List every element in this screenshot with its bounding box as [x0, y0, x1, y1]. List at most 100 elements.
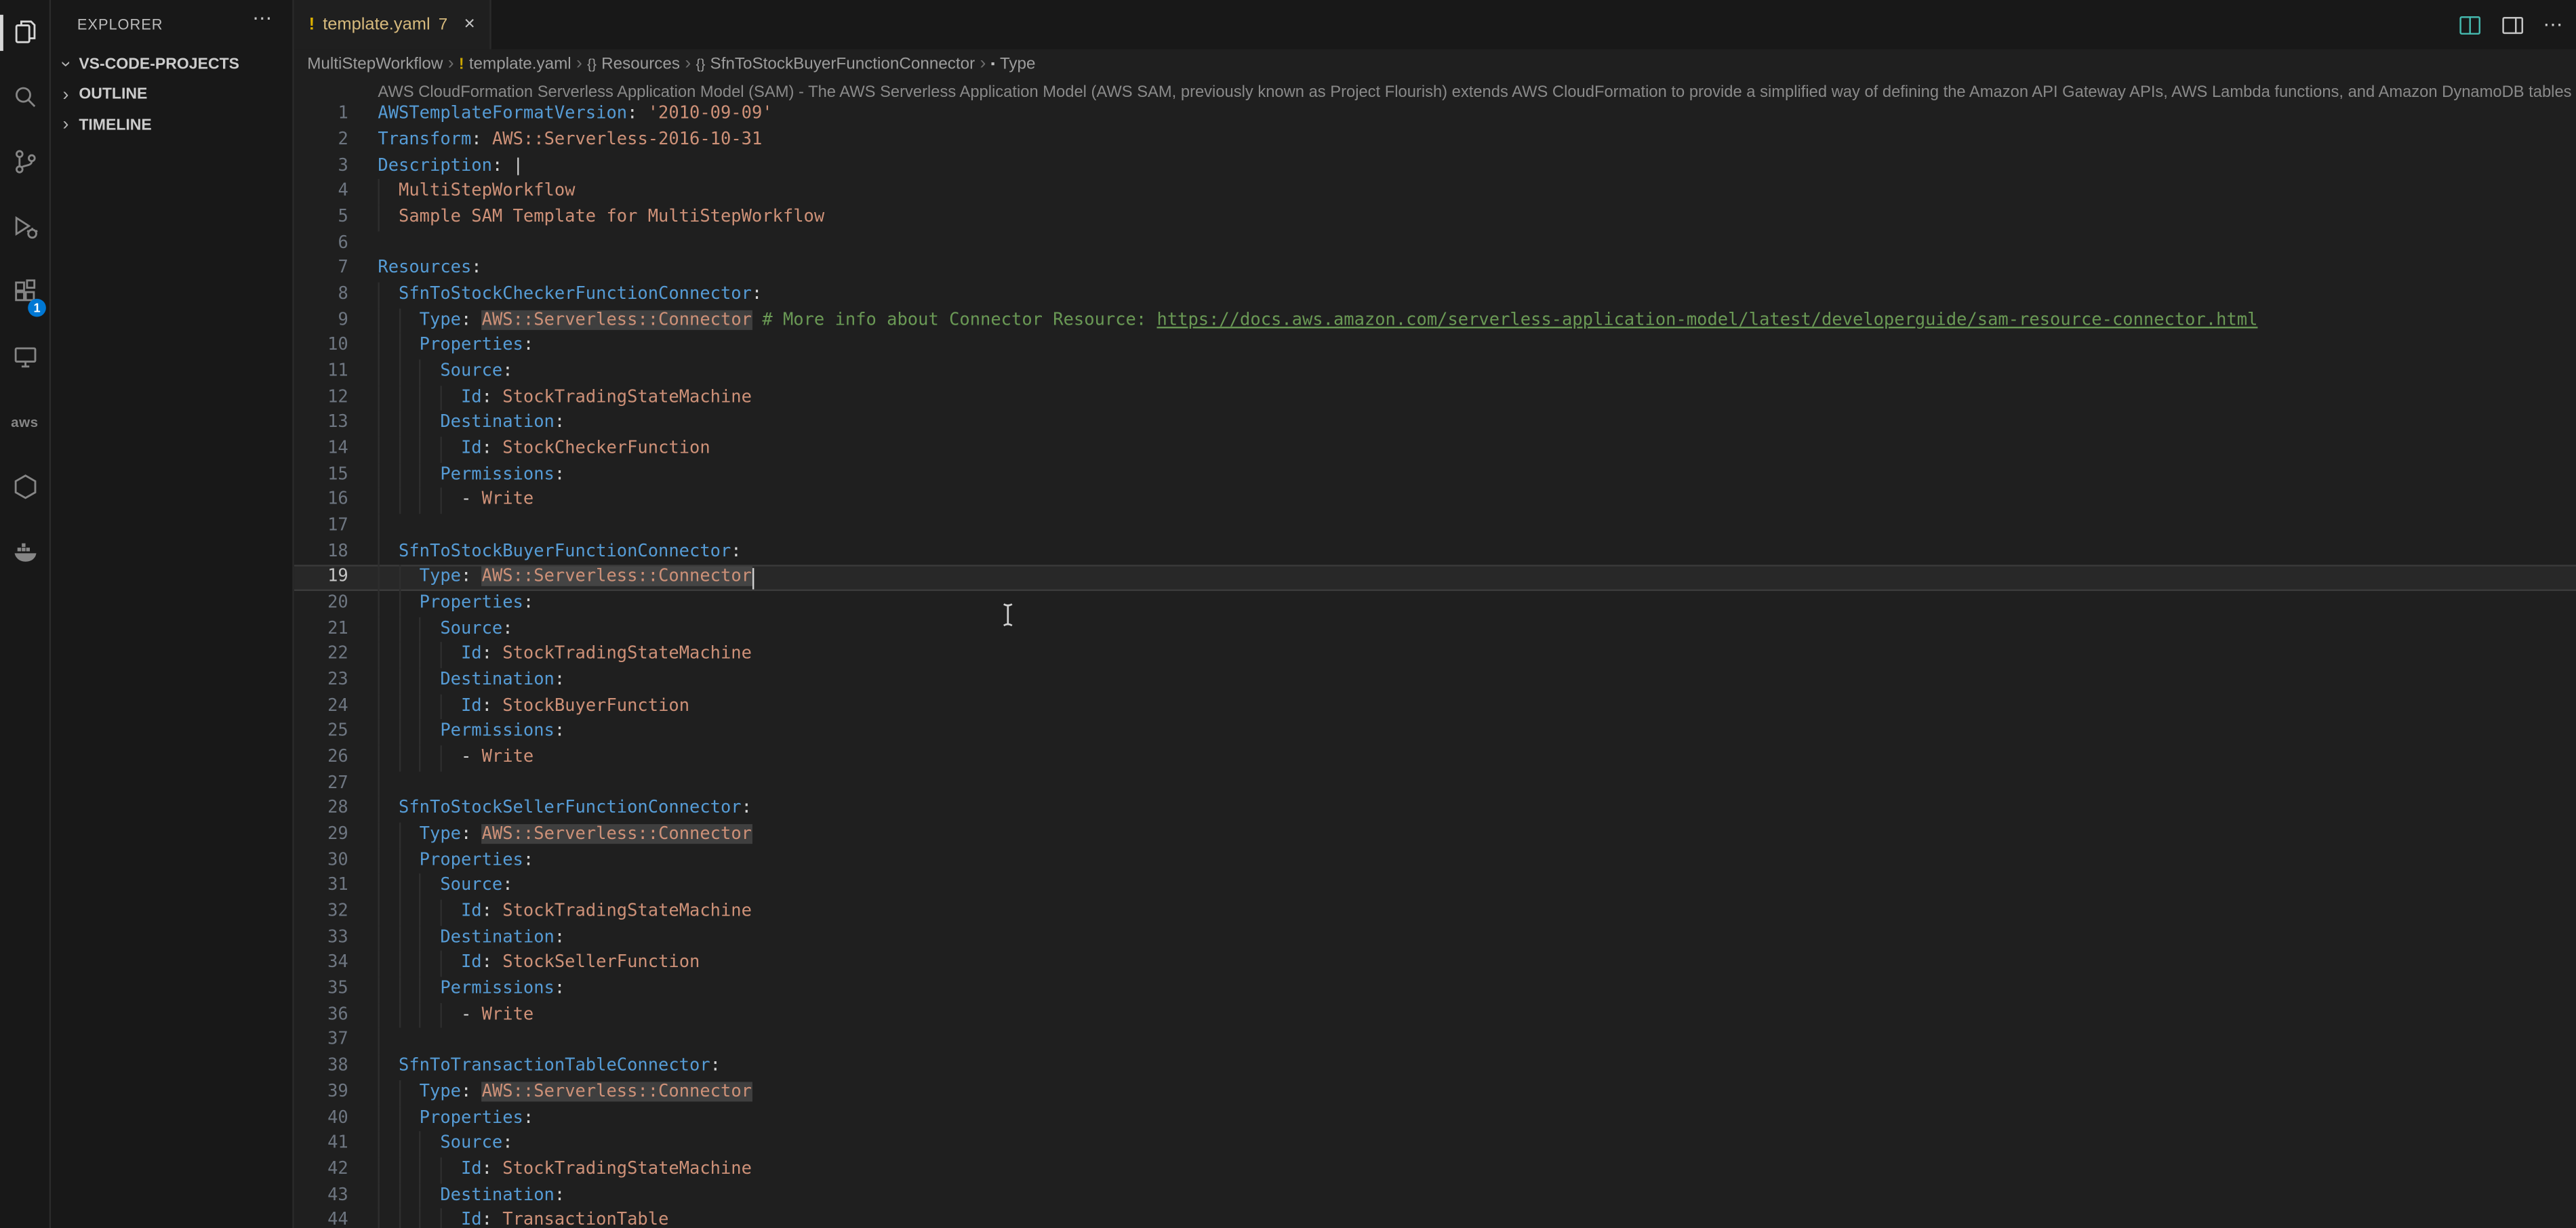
- split-editor-icon[interactable]: [2458, 12, 2482, 37]
- code-line[interactable]: 29 Type: AWS::Serverless::Connector: [294, 823, 2576, 848]
- editor-content[interactable]: AWS CloudFormation Serverless Applicatio…: [294, 79, 2576, 1228]
- activity-item-search[interactable]: [0, 65, 49, 130]
- code-line[interactable]: 30 Properties:: [294, 848, 2576, 874]
- code-line[interactable]: 32 Id: StockTradingStateMachine: [294, 900, 2576, 926]
- code-line[interactable]: 17: [294, 514, 2576, 539]
- code-line[interactable]: 38 SfnToTransactionTableConnector:: [294, 1055, 2576, 1080]
- line-content[interactable]: Type: AWS::Serverless::Connector: [378, 565, 752, 591]
- code-line[interactable]: 11 Source:: [294, 360, 2576, 386]
- line-content[interactable]: Id: StockTradingStateMachine: [378, 642, 752, 668]
- line-content[interactable]: Id: StockTradingStateMachine: [378, 1157, 752, 1183]
- line-content[interactable]: Id: StockTradingStateMachine: [378, 386, 752, 411]
- line-content[interactable]: Permissions:: [378, 977, 565, 1003]
- code-line[interactable]: 24 Id: StockBuyerFunction: [294, 694, 2576, 720]
- code-line[interactable]: 16 - Write: [294, 488, 2576, 514]
- line-content[interactable]: - Write: [378, 488, 534, 514]
- sidebar-section-outline[interactable]: ›OUTLINE: [51, 80, 292, 110]
- activity-item-aws-toolkit[interactable]: aws: [0, 389, 49, 454]
- activity-item-extensions[interactable]: 1: [0, 260, 49, 325]
- code-line[interactable]: 35 Permissions:: [294, 977, 2576, 1003]
- line-content[interactable]: Type: AWS::Serverless::Connector: [378, 823, 752, 848]
- code-line[interactable]: 34 Id: StockSellerFunction: [294, 951, 2576, 977]
- line-content[interactable]: Resources:: [378, 257, 481, 283]
- breadcrumb-item[interactable]: ▪Type: [991, 55, 1036, 73]
- code-line[interactable]: 10 Properties:: [294, 334, 2576, 360]
- line-content[interactable]: Destination:: [378, 926, 565, 951]
- line-content[interactable]: SfnToStockSellerFunctionConnector:: [378, 797, 752, 823]
- line-content[interactable]: Sample SAM Template for MultiStepWorkflo…: [378, 205, 824, 231]
- line-content[interactable]: Type: AWS::Serverless::Connector # More …: [378, 308, 2257, 334]
- line-content[interactable]: SfnToStockBuyerFunctionConnector:: [378, 539, 741, 565]
- code-line[interactable]: 37: [294, 1029, 2576, 1055]
- line-content[interactable]: Source:: [378, 874, 512, 900]
- line-content[interactable]: SfnToStockCheckerFunctionConnector:: [378, 283, 762, 308]
- code-line[interactable]: 12 Id: StockTradingStateMachine: [294, 386, 2576, 411]
- line-content[interactable]: Source:: [378, 360, 512, 386]
- code-line[interactable]: 21 Source:: [294, 617, 2576, 642]
- line-content[interactable]: Id: StockBuyerFunction: [378, 694, 689, 720]
- code-line[interactable]: 33 Destination:: [294, 926, 2576, 951]
- line-content[interactable]: Type: AWS::Serverless::Connector: [378, 1080, 752, 1106]
- line-content[interactable]: Source:: [378, 1131, 512, 1157]
- breadcrumb-item[interactable]: MultiStepWorkflow: [307, 55, 443, 73]
- code-line[interactable]: 23 Destination:: [294, 668, 2576, 694]
- code-line[interactable]: 6: [294, 231, 2576, 257]
- code-line[interactable]: 9 Type: AWS::Serverless::Connector # Mor…: [294, 308, 2576, 334]
- activity-item-source-control[interactable]: [0, 129, 49, 195]
- code-line[interactable]: 41 Source:: [294, 1131, 2576, 1157]
- line-content[interactable]: SfnToTransactionTableConnector:: [378, 1055, 721, 1080]
- breadcrumb-item[interactable]: {}SfnToStockBuyerFunctionConnector: [696, 55, 975, 73]
- sidebar-section-timeline[interactable]: ›TIMELINE: [51, 110, 292, 141]
- code-line[interactable]: 1AWSTemplateFormatVersion: '2010-09-09': [294, 102, 2576, 128]
- code-line[interactable]: 40 Properties:: [294, 1106, 2576, 1132]
- line-content[interactable]: Properties:: [378, 334, 534, 360]
- code-line[interactable]: 27: [294, 771, 2576, 797]
- line-content[interactable]: Permissions:: [378, 462, 565, 488]
- code-line[interactable]: 20 Properties:: [294, 591, 2576, 617]
- close-icon[interactable]: ×: [456, 15, 475, 35]
- line-content[interactable]: - Write: [378, 745, 534, 771]
- breadcrumb-item[interactable]: {}Resources: [587, 55, 680, 73]
- line-content[interactable]: Source:: [378, 617, 512, 642]
- line-content[interactable]: Id: StockTradingStateMachine: [378, 900, 752, 926]
- code-line[interactable]: 43 Destination:: [294, 1183, 2576, 1208]
- code-line[interactable]: 22 Id: StockTradingStateMachine: [294, 642, 2576, 668]
- line-content[interactable]: Id: StockSellerFunction: [378, 951, 700, 977]
- line-content[interactable]: - Write: [378, 1003, 534, 1029]
- code-line[interactable]: 3Description: |: [294, 154, 2576, 180]
- breadcrumb-item[interactable]: !template.yaml: [459, 55, 571, 73]
- line-content[interactable]: MultiStepWorkflow: [378, 180, 575, 205]
- more-actions-icon[interactable]: ⋯: [2543, 0, 2563, 49]
- line-content[interactable]: Destination:: [378, 1183, 565, 1208]
- activity-item-run-and-debug[interactable]: [0, 195, 49, 260]
- line-content[interactable]: Id: StockCheckerFunction: [378, 436, 710, 462]
- code-line[interactable]: 25 Permissions:: [294, 720, 2576, 745]
- tab-template-yaml[interactable]: ! template.yaml 7 ×: [294, 0, 491, 49]
- line-content[interactable]: Properties:: [378, 1106, 534, 1132]
- line-content[interactable]: Transform: AWS::Serverless-2016-10-31: [378, 128, 762, 154]
- code-line[interactable]: 42 Id: StockTradingStateMachine: [294, 1157, 2576, 1183]
- code-line[interactable]: 5 Sample SAM Template for MultiStepWorkf…: [294, 205, 2576, 231]
- activity-item-docker[interactable]: [0, 518, 49, 584]
- activity-item-amazon-q[interactable]: [0, 454, 49, 519]
- code-line[interactable]: 31 Source:: [294, 874, 2576, 900]
- code-line[interactable]: 18 SfnToStockBuyerFunctionConnector:: [294, 539, 2576, 565]
- code-line[interactable]: 15 Permissions:: [294, 462, 2576, 488]
- code-line[interactable]: 7Resources:: [294, 257, 2576, 283]
- line-content[interactable]: Destination:: [378, 411, 565, 436]
- line-content[interactable]: Properties:: [378, 848, 534, 874]
- line-content[interactable]: Description: |: [378, 154, 523, 180]
- code-line[interactable]: 13 Destination:: [294, 411, 2576, 436]
- code-line[interactable]: 28 SfnToStockSellerFunctionConnector:: [294, 797, 2576, 823]
- customize-layout-icon[interactable]: [2501, 12, 2525, 37]
- code-line[interactable]: 4 MultiStepWorkflow: [294, 180, 2576, 205]
- code-line[interactable]: 19 Type: AWS::Serverless::Connector: [294, 565, 2576, 591]
- code-line[interactable]: 26 - Write: [294, 745, 2576, 771]
- code-line[interactable]: 2Transform: AWS::Serverless-2016-10-31: [294, 128, 2576, 154]
- activity-item-remote-explorer[interactable]: [0, 324, 49, 389]
- line-content[interactable]: Properties:: [378, 591, 534, 617]
- sidebar-section-vs-code-projects[interactable]: ›VS-CODE-PROJECTS: [51, 49, 292, 80]
- line-content[interactable]: Id: TransactionTable: [378, 1208, 668, 1228]
- code-line[interactable]: 44 Id: TransactionTable: [294, 1208, 2576, 1228]
- more-actions-icon[interactable]: ⋯: [252, 7, 273, 30]
